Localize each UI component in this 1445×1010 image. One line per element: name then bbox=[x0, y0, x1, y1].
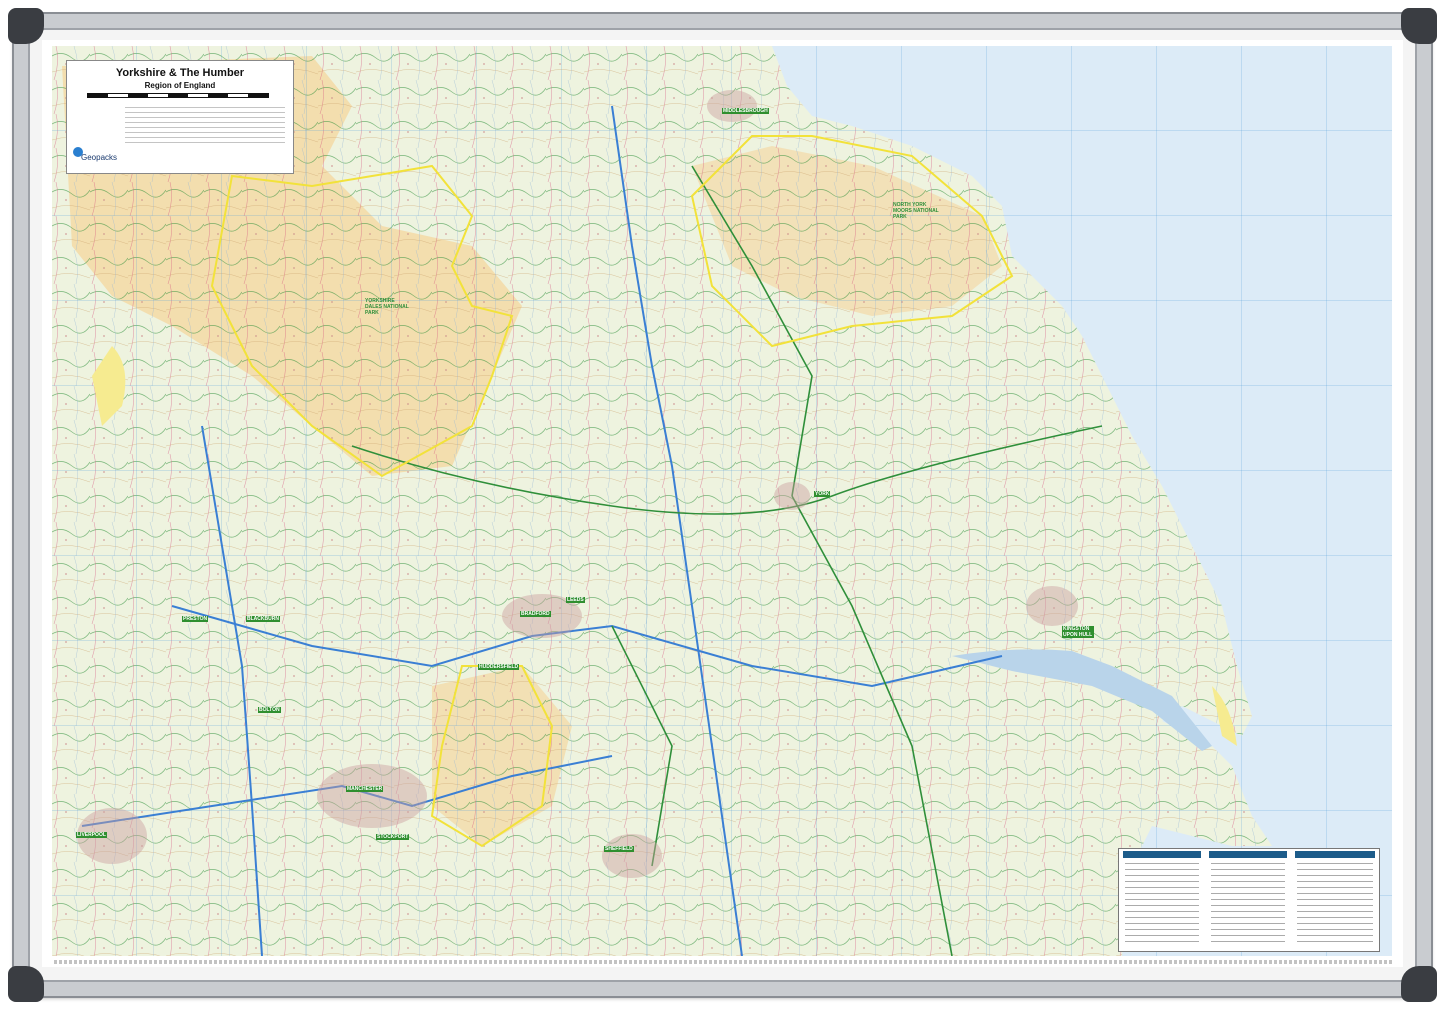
frame-corner bbox=[1401, 8, 1437, 44]
legend-header-tourist bbox=[1295, 851, 1375, 858]
map-subtitle: Region of England bbox=[144, 81, 216, 90]
legend-entries bbox=[1125, 863, 1199, 943]
place-label: BLACKBURN bbox=[246, 616, 280, 622]
scale-bar bbox=[87, 93, 269, 98]
legend-entries bbox=[1297, 863, 1373, 943]
publisher-logo: Geopacks bbox=[81, 153, 118, 162]
place-label: STOCKPORT bbox=[376, 834, 410, 840]
legend-entries bbox=[1211, 863, 1285, 943]
park-label: NORTH YORK MOORS NATIONAL PARK bbox=[893, 202, 939, 220]
map-canvas: Yorkshire & The Humber Region of England… bbox=[42, 40, 1403, 967]
place-label: YORK bbox=[814, 491, 831, 497]
park-label: YORKSHIRE DALES NATIONAL PARK bbox=[365, 298, 409, 316]
legend-header-general bbox=[1209, 851, 1287, 858]
map-drawing bbox=[52, 46, 1392, 956]
place-label: BOLTON bbox=[258, 707, 281, 713]
publication-notes bbox=[125, 107, 285, 147]
legend-header-communications bbox=[1123, 851, 1201, 858]
frame-corner bbox=[1401, 966, 1437, 1002]
map-legend bbox=[1118, 848, 1380, 952]
place-label: MIDDLESBROUGH bbox=[722, 108, 769, 114]
place-label: PRESTON bbox=[182, 616, 209, 622]
place-label: SHEFFIELD bbox=[604, 846, 634, 852]
place-label: HUDDERSFIELD bbox=[478, 664, 520, 670]
map-title-panel: Yorkshire & The Humber Region of England… bbox=[66, 60, 294, 174]
place-label: BRADFORD bbox=[520, 611, 551, 617]
place-label: LIVERPOOL bbox=[76, 832, 107, 838]
frame-corner bbox=[8, 8, 44, 44]
place-label: KINGSTON UPON HULL bbox=[1062, 626, 1094, 638]
frame-corner bbox=[8, 966, 44, 1002]
map-title: Yorkshire & The Humber bbox=[115, 67, 245, 79]
copyright-strip bbox=[54, 960, 1394, 964]
place-label: LEEDS bbox=[566, 597, 585, 603]
place-label: MANCHESTER bbox=[346, 786, 384, 792]
